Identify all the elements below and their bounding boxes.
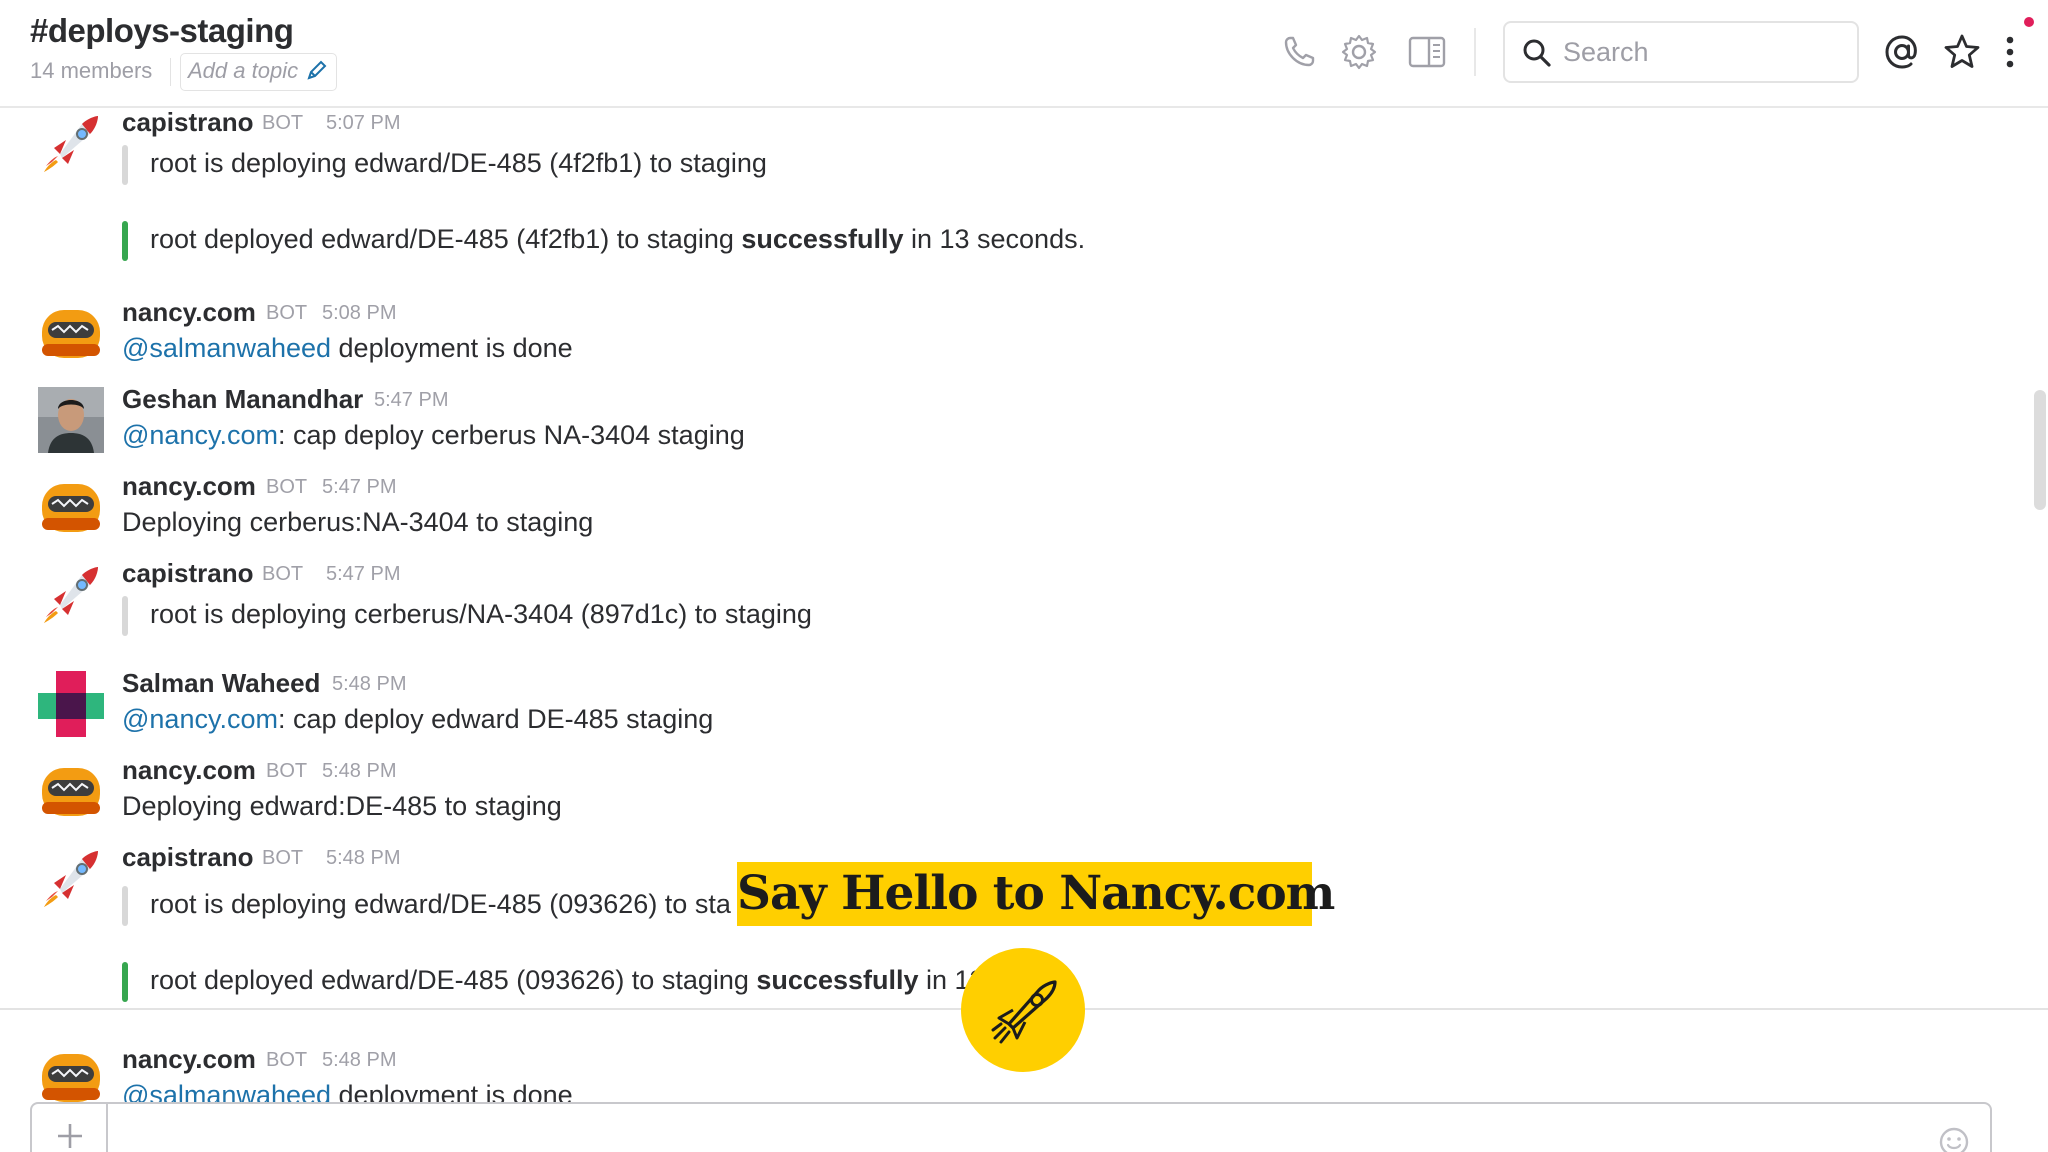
channel-header: #deploys-staging 14 members Add a topic …: [0, 0, 2048, 108]
identicon-avatar: [38, 671, 104, 737]
attachment-bar: [122, 145, 128, 185]
pencil-icon: [307, 60, 327, 80]
notification-dot: [2024, 17, 2034, 27]
bot-badge: BOT: [262, 847, 304, 869]
message-author[interactable]: Salman Waheed: [122, 668, 320, 699]
bot-badge: BOT: [266, 1049, 308, 1071]
message-timestamp[interactable]: 5:48 PM: [322, 760, 396, 783]
user-photo-avatar: [38, 387, 104, 453]
message-timestamp[interactable]: 5:08 PM: [322, 302, 396, 325]
message-body: @salmanwaheed deployment is done: [122, 333, 573, 363]
rocket-icon: [44, 851, 98, 907]
channel-title[interactable]: #deploys-staging: [30, 12, 294, 50]
bot-badge: BOT: [266, 302, 308, 324]
message-timestamp[interactable]: 5:48 PM: [332, 673, 406, 696]
rocket-icon: [44, 567, 98, 623]
message-timestamp[interactable]: 5:47 PM: [326, 563, 400, 586]
user-mention-link[interactable]: @nancy.com: [122, 420, 278, 450]
emoji-icon[interactable]: [1938, 1126, 1970, 1152]
message-author[interactable]: nancy.com: [122, 297, 256, 328]
message-timestamp[interactable]: 5:47 PM: [374, 389, 448, 412]
attachment-bar: [122, 596, 128, 636]
sidebar-toggle-icon[interactable]: [1407, 32, 1447, 72]
message-body: @salmanwaheed deployment is done: [122, 1080, 573, 1104]
more-options-icon[interactable]: [2000, 32, 2020, 72]
rocket-outline-icon: [991, 980, 1057, 1044]
message-author[interactable]: nancy.com: [122, 1044, 256, 1075]
message-body: @nancy.com: cap deploy cerberus NA-3404 …: [122, 420, 745, 450]
header-divider: [1474, 28, 1476, 76]
bot-badge: BOT: [262, 112, 304, 134]
header-divider: [170, 58, 171, 86]
message-author[interactable]: capistrano: [122, 558, 254, 589]
robot-icon: [42, 484, 100, 532]
message-timestamp[interactable]: 5:48 PM: [326, 847, 400, 870]
attachment-bar-success: [122, 962, 128, 1002]
message-author[interactable]: Geshan Manandhar: [122, 384, 363, 415]
star-icon[interactable]: [1942, 32, 1982, 72]
plus-icon: [58, 1124, 82, 1148]
attachment-text: root is deploying edward/DE-485 (4f2fb1)…: [150, 148, 767, 178]
message-author[interactable]: nancy.com: [122, 471, 256, 502]
rocket-icon: [44, 116, 98, 172]
message-author[interactable]: capistrano: [122, 107, 254, 138]
attachment-text: root is deploying cerberus/NA-3404 (897d…: [150, 599, 812, 629]
message-timestamp[interactable]: 5:07 PM: [326, 112, 400, 135]
message-body: Deploying edward:DE-485 to staging: [122, 791, 562, 821]
message-body: Deploying cerberus:NA-3404 to staging: [122, 507, 594, 537]
attachment-bar: [122, 886, 128, 926]
search-input[interactable]: Search: [1503, 21, 1859, 83]
robot-icon: [42, 768, 100, 816]
phone-icon[interactable]: [1279, 32, 1319, 72]
message-author[interactable]: capistrano: [122, 842, 254, 873]
add-topic-label: Add a topic: [188, 58, 299, 83]
robot-icon: [42, 1054, 100, 1102]
search-placeholder: Search: [1563, 37, 1649, 67]
bot-badge: BOT: [262, 563, 304, 585]
attachment-text: root deployed edward/DE-485 (4f2fb1) to …: [150, 224, 1086, 254]
attach-file-button[interactable]: [32, 1104, 108, 1152]
attachment-text: root deployed edward/DE-485 (093626) to …: [150, 965, 985, 995]
mentions-icon[interactable]: [1882, 32, 1922, 72]
promo-banner: Say Hello to Nancy.com: [737, 862, 1335, 926]
attachment-text: root is deploying edward/DE-485 (093626)…: [150, 889, 731, 919]
message-body: @nancy.com: cap deploy edward DE-485 sta…: [122, 704, 714, 734]
attachment-bar-success: [122, 221, 128, 261]
bot-badge: BOT: [266, 760, 308, 782]
message-timestamp[interactable]: 5:48 PM: [322, 1049, 396, 1072]
message-author[interactable]: nancy.com: [122, 755, 256, 786]
member-count[interactable]: 14 members: [30, 58, 152, 84]
user-mention-link[interactable]: @salmanwaheed: [122, 1080, 331, 1104]
promo-banner-text: Say Hello to Nancy.com: [737, 866, 1335, 921]
gear-icon[interactable]: [1339, 32, 1379, 72]
message-composer[interactable]: [30, 1102, 1992, 1152]
scrollbar-thumb[interactable]: [2034, 390, 2046, 510]
bot-badge: BOT: [266, 476, 308, 498]
robot-icon: [42, 310, 100, 358]
rocket-badge: [961, 948, 1085, 1072]
user-mention-link[interactable]: @nancy.com: [122, 704, 278, 734]
search-icon: [1523, 39, 1551, 67]
user-mention-link[interactable]: @salmanwaheed: [122, 333, 331, 363]
message-timestamp[interactable]: 5:47 PM: [322, 476, 396, 499]
